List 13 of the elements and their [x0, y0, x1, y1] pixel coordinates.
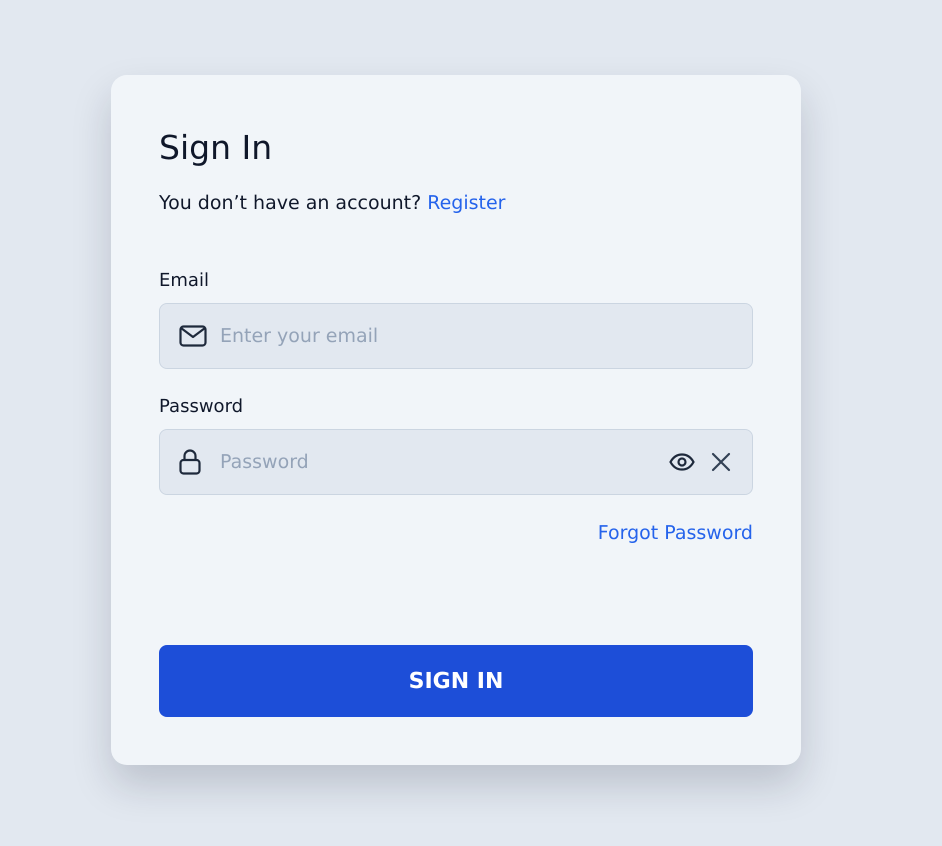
eye-icon[interactable] [669, 453, 695, 471]
forgot-password-link[interactable]: Forgot Password [598, 520, 753, 546]
page-title: Sign In [159, 128, 272, 168]
clear-icon[interactable] [711, 452, 731, 472]
password-field[interactable]: Password [159, 429, 753, 495]
lock-icon [179, 449, 201, 475]
email-field[interactable]: Enter your email [159, 303, 753, 369]
field-label: Password [159, 395, 244, 419]
register-prompt: You don’t have an account? Register [159, 191, 506, 216]
register-link[interactable]: Register [427, 192, 506, 214]
mail-icon [179, 325, 207, 347]
sign-in-button[interactable]: SIGN IN [159, 645, 753, 717]
field-label: Email [159, 269, 209, 293]
